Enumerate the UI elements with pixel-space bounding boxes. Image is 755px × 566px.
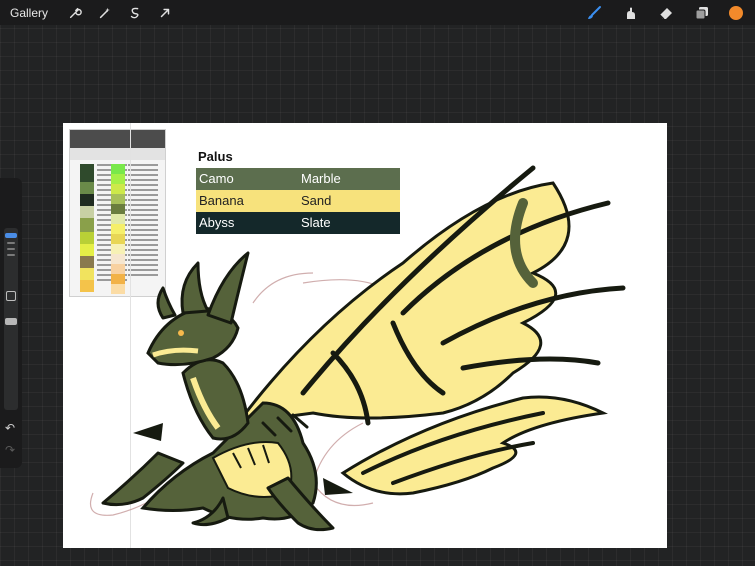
redo-button[interactable]: ↷: [5, 443, 15, 457]
palette-cell-right: Marble: [301, 171, 341, 186]
size-tick: [7, 242, 15, 244]
palette-cell-left: Camo: [199, 171, 234, 186]
undo-button[interactable]: ↶: [5, 421, 15, 435]
left-sidebar: ↶ ↷: [0, 178, 22, 468]
layers-icon[interactable]: [693, 4, 711, 22]
brush-opacity-handle[interactable]: [5, 318, 17, 325]
size-tick: [7, 248, 15, 250]
palette-cell-left: Banana: [199, 193, 244, 208]
brush-size-handle[interactable]: [5, 233, 17, 238]
magic-wand-icon[interactable]: [97, 5, 113, 21]
brush-opacity-slider[interactable]: [4, 310, 18, 410]
palette-row: Camo Marble: [196, 168, 400, 190]
smudge-icon[interactable]: [621, 4, 639, 22]
palette-cell-left: Abyss: [199, 215, 235, 230]
palette-row: Banana Sand: [196, 190, 400, 212]
brush-size-slider[interactable]: [4, 228, 18, 318]
transform-arrow-icon[interactable]: [157, 5, 173, 21]
color-palette-table: Palus Camo Marble Banana Sand Abyss Slate: [196, 146, 400, 234]
size-tick: [7, 254, 15, 256]
gallery-button[interactable]: Gallery: [10, 6, 48, 20]
selection-icon[interactable]: [127, 5, 143, 21]
palette-row: Abyss Slate: [196, 212, 400, 234]
palette-cell-right: Slate: [301, 215, 331, 230]
current-color-swatch[interactable]: [729, 5, 743, 20]
palette-cell-right: Sand: [301, 193, 332, 208]
eraser-icon[interactable]: [657, 4, 675, 22]
brush-icon[interactable]: [585, 4, 603, 22]
modify-button[interactable]: [6, 291, 16, 301]
right-tool-group: [576, 0, 755, 25]
palette-title: Palus: [198, 149, 233, 164]
wrench-icon[interactable]: [67, 5, 83, 21]
top-toolbar: Gallery: [0, 0, 755, 25]
